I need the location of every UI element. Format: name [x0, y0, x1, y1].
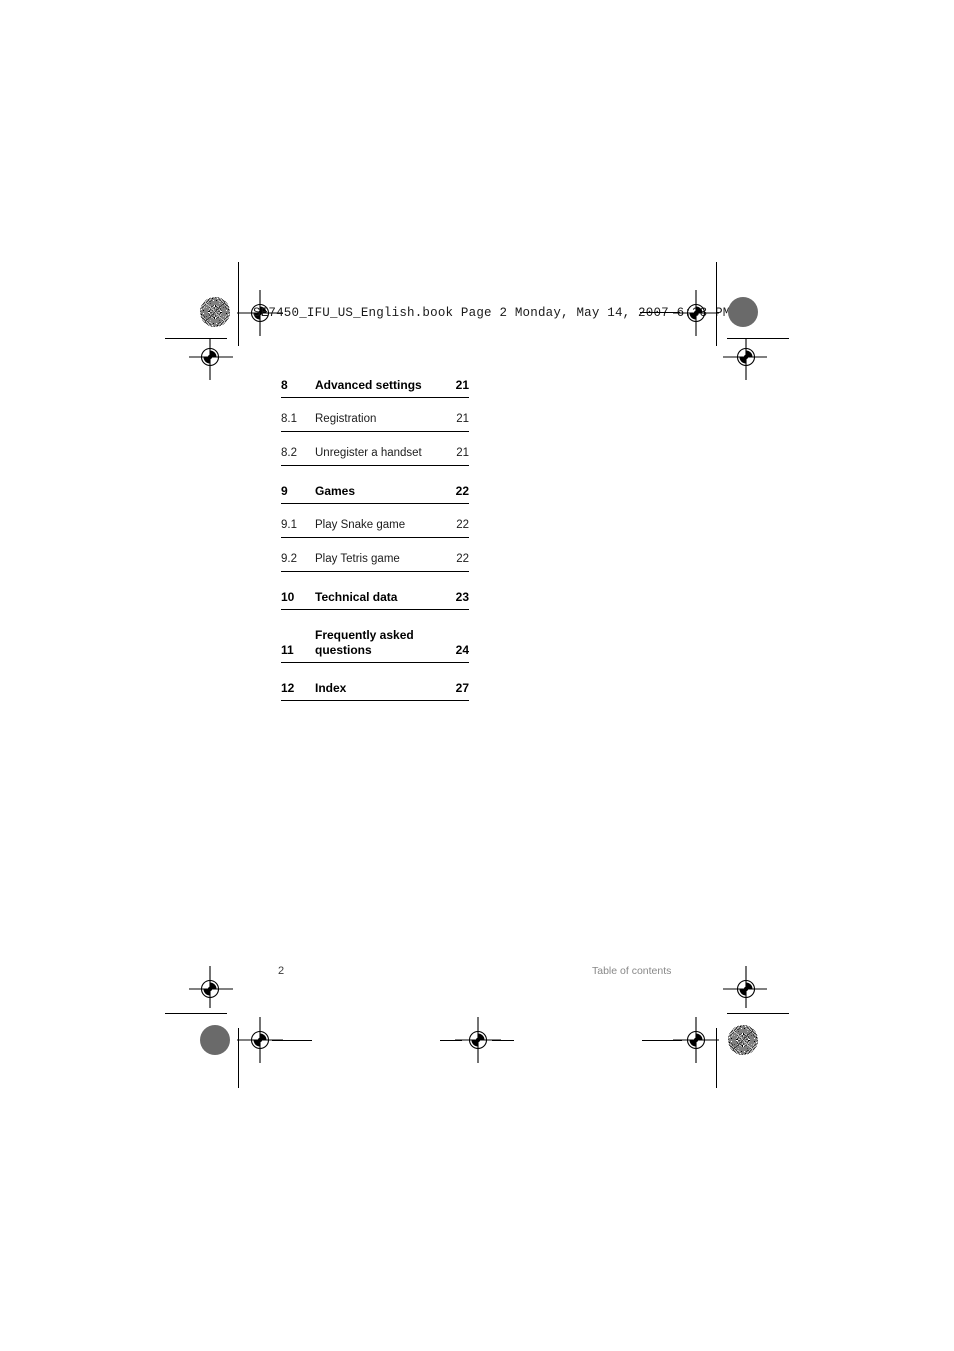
trim-line-top-right-horizontal: [640, 312, 680, 313]
toc-entry-number: 8: [281, 378, 288, 392]
star-density-patch-bottom-right: [728, 1025, 758, 1055]
toc-entry-title: Index: [315, 681, 347, 695]
toc-section-spacer: [281, 663, 469, 681]
toc-entry-page: 21: [456, 447, 469, 459]
toc-entry-frequently-asked-questions[interactable]: 11 Frequently asked questions 24: [281, 628, 469, 663]
trim-line-top-right-vertical: [716, 262, 717, 346]
toc-entry-page: 21: [455, 378, 469, 392]
toc-entry-play-tetris-game[interactable]: 9.2 Play Tetris game 22: [281, 552, 469, 572]
toc-entry-registration[interactable]: 8.1 Registration 21: [281, 412, 469, 432]
table-of-contents: 8 Advanced settings 21 8.1 Registration …: [281, 378, 469, 701]
toc-entry-number: 11: [281, 643, 294, 657]
toc-spacer: [281, 504, 469, 518]
toc-entry-number: 12: [281, 681, 295, 695]
registration-mark-upper-right-corner: [723, 334, 769, 380]
toc-spacer: [281, 432, 469, 446]
solid-density-patch-top-right: [728, 297, 758, 327]
toc-entry-title: Advanced settings: [315, 378, 422, 392]
registration-mark-bottom-right-inner: [673, 1017, 719, 1063]
toc-entry-title: Frequently asked questions: [315, 628, 414, 657]
toc-entry-title: Play Snake game: [315, 519, 406, 531]
toc-entry-title: Technical data: [315, 590, 398, 604]
trim-line-bottom-center-left: [440, 1040, 462, 1041]
footer-page-number: 2: [278, 965, 285, 977]
toc-entry-number: 8.2: [281, 447, 297, 459]
toc-section-spacer: [281, 572, 469, 590]
footer-section-name: Table of contents: [592, 965, 672, 977]
registration-mark-upper-left-corner: [187, 334, 233, 380]
registration-mark-lower-left-corner: [187, 966, 233, 1012]
toc-entry-play-snake-game[interactable]: 9.1 Play Snake game 22: [281, 518, 469, 538]
toc-entry-number: 9.2: [281, 553, 297, 565]
toc-section-spacer: [281, 610, 469, 628]
toc-entry-number: 9: [281, 484, 288, 498]
toc-entry-page: 21: [456, 413, 469, 425]
toc-entry-index[interactable]: 12 Index 27: [281, 681, 469, 701]
star-density-patch-top-left: [200, 297, 230, 327]
trim-line-bottom-center-right: [492, 1040, 514, 1041]
toc-entry-number: 9.1: [281, 519, 297, 531]
toc-entry-page: 23: [455, 590, 469, 604]
toc-entry-number: 10: [281, 590, 295, 604]
registration-mark-lower-right-corner: [723, 966, 769, 1012]
toc-section-spacer: [281, 466, 469, 484]
toc-entry-advanced-settings[interactable]: 8 Advanced settings 21: [281, 378, 469, 398]
toc-spacer: [281, 398, 469, 412]
toc-entry-games[interactable]: 9 Games 22: [281, 484, 469, 504]
solid-density-patch-bottom-left: [200, 1025, 230, 1055]
trim-line-lower-right-corner: [727, 1013, 789, 1014]
toc-entry-title: Games: [315, 484, 356, 498]
toc-entry-unregister-a-handset[interactable]: 8.2 Unregister a handset 21: [281, 446, 469, 466]
book-header-text: SE7450_IFU_US_English.book Page 2 Monday…: [253, 306, 731, 320]
trim-line-bottom-left-horizontal: [272, 1040, 312, 1041]
toc-entry-title: Unregister a handset: [315, 447, 422, 459]
toc-entry-page: 22: [456, 519, 469, 531]
trim-line-lower-left-corner: [165, 1013, 227, 1014]
toc-entry-number: 8.1: [281, 413, 297, 425]
toc-entry-page: 22: [456, 553, 469, 565]
toc-entry-page: 27: [455, 681, 469, 695]
toc-entry-title: Registration: [315, 413, 377, 425]
toc-entry-technical-data[interactable]: 10 Technical data 23: [281, 590, 469, 610]
toc-spacer: [281, 538, 469, 552]
page-canvas: SE7450_IFU_US_English.book Page 2 Monday…: [0, 0, 954, 1351]
trim-line-bottom-right-vertical: [716, 1028, 717, 1088]
toc-entry-page: 24: [455, 643, 469, 657]
toc-entry-title: Play Tetris game: [315, 553, 400, 565]
toc-entry-page: 22: [455, 484, 469, 498]
registration-mark-top-right-inner: [673, 290, 719, 336]
